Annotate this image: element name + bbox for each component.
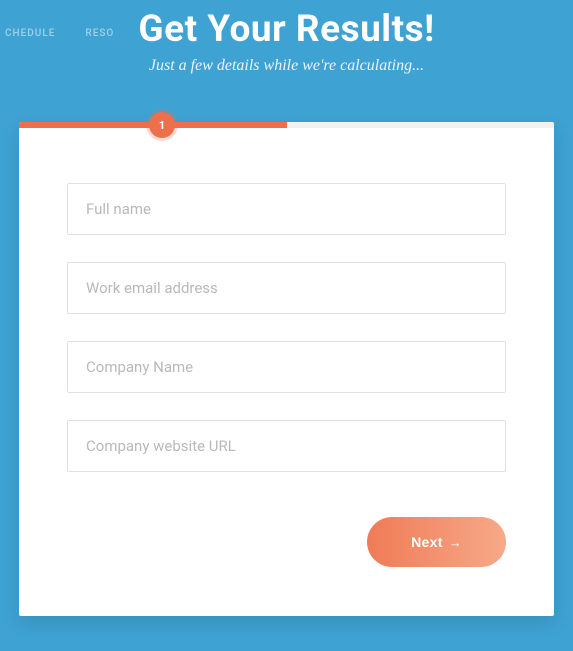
step-badge: 1 bbox=[149, 112, 175, 138]
next-button[interactable]: Next → bbox=[367, 517, 506, 567]
company-website-input[interactable] bbox=[67, 420, 506, 472]
details-form bbox=[19, 125, 554, 499]
form-card: 1 Next → bbox=[19, 125, 554, 616]
company-name-input[interactable] bbox=[67, 341, 506, 393]
page-subtitle: Just a few details while we're calculati… bbox=[0, 57, 573, 75]
work-email-input[interactable] bbox=[67, 262, 506, 314]
arrow-right-icon: → bbox=[449, 535, 462, 550]
next-button-label: Next bbox=[411, 534, 443, 550]
progress-track bbox=[19, 122, 554, 128]
form-actions: Next → bbox=[19, 499, 554, 567]
page-title: Get Your Results! bbox=[0, 8, 573, 51]
header: Get Your Results! Just a few details whi… bbox=[0, 0, 573, 75]
full-name-input[interactable] bbox=[67, 183, 506, 235]
